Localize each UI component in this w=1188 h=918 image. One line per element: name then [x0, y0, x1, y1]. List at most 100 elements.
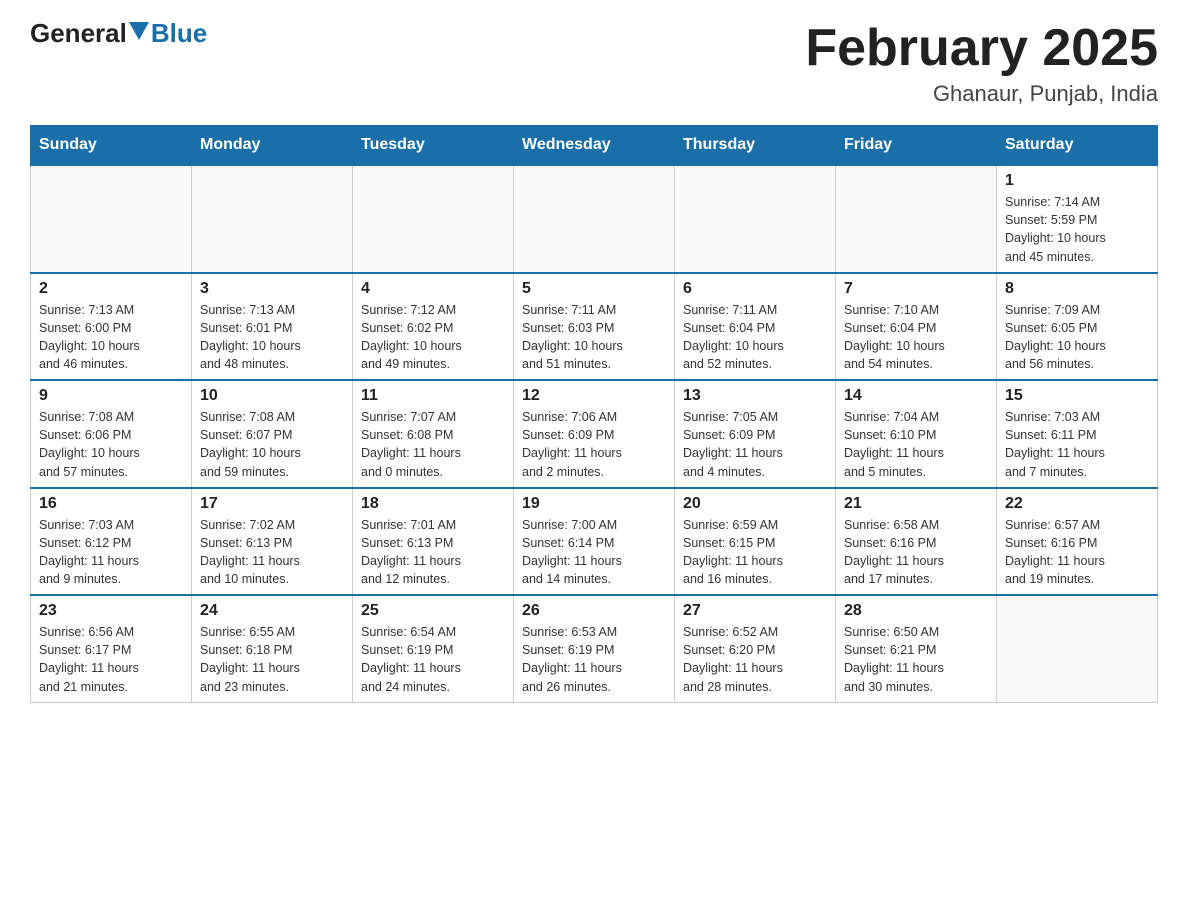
calendar-cell	[31, 165, 192, 273]
logo-blue-text: Blue	[151, 20, 207, 46]
day-number: 14	[844, 387, 988, 405]
day-number: 22	[1005, 495, 1149, 513]
day-info: Sunrise: 7:08 AM Sunset: 6:07 PM Dayligh…	[200, 408, 344, 481]
calendar-cell: 1Sunrise: 7:14 AM Sunset: 5:59 PM Daylig…	[997, 165, 1158, 273]
calendar-cell: 13 Sunrise: 7:05 AM Sunset: 6:09 PM Dayli…	[675, 380, 836, 488]
logo: General Blue	[30, 20, 207, 46]
day-number: 20	[683, 495, 827, 513]
day-info: Sunrise: 7:02 AM Sunset: 6:13 PM Dayligh…	[200, 516, 344, 589]
calendar-cell: 19 Sunrise: 7:00 AM Sunset: 6:14 PM Dayli…	[514, 488, 675, 596]
calendar-week-row: 16 Sunrise: 7:03 AM Sunset: 6:12 PM Dayli…	[31, 488, 1158, 596]
calendar-cell	[997, 595, 1158, 702]
day-info: Sunrise: 7:12 AM Sunset: 6:02 PM Dayligh…	[361, 301, 505, 374]
col-header-sunday: Sunday	[31, 126, 192, 166]
calendar-cell: 6 Sunrise: 7:11 AM Sunset: 6:04 PM Daylig…	[675, 273, 836, 381]
day-info: Sunrise: 7:01 AM Sunset: 6:13 PM Dayligh…	[361, 516, 505, 589]
calendar-cell	[836, 165, 997, 273]
calendar-cell	[353, 165, 514, 273]
day-info: Sunrise: 6:58 AM Sunset: 6:16 PM Dayligh…	[844, 516, 988, 589]
day-number: 28	[844, 602, 988, 620]
calendar-cell: 25 Sunrise: 6:54 AM Sunset: 6:19 PM Dayli…	[353, 595, 514, 702]
calendar-cell: 9 Sunrise: 7:08 AM Sunset: 6:06 PM Daylig…	[31, 380, 192, 488]
day-info: Sunrise: 7:09 AM Sunset: 6:05 PM Dayligh…	[1005, 301, 1149, 374]
calendar-cell: 11 Sunrise: 7:07 AM Sunset: 6:08 PM Dayli…	[353, 380, 514, 488]
day-info: Sunrise: 7:06 AM Sunset: 6:09 PM Dayligh…	[522, 408, 666, 481]
day-number: 9	[39, 387, 183, 405]
day-number: 18	[361, 495, 505, 513]
day-number: 19	[522, 495, 666, 513]
day-number: 26	[522, 602, 666, 620]
day-number: 4	[361, 280, 505, 298]
day-number: 12	[522, 387, 666, 405]
calendar-cell	[514, 165, 675, 273]
day-number: 6	[683, 280, 827, 298]
calendar-week-row: 2Sunrise: 7:13 AM Sunset: 6:00 PM Daylig…	[31, 273, 1158, 381]
day-info: Sunrise: 7:13 AM Sunset: 6:01 PM Dayligh…	[200, 301, 344, 374]
day-info: Sunrise: 7:05 AM Sunset: 6:09 PM Dayligh…	[683, 408, 827, 481]
day-info: Sunrise: 6:50 AM Sunset: 6:21 PM Dayligh…	[844, 623, 988, 696]
calendar-cell: 3Sunrise: 7:13 AM Sunset: 6:01 PM Daylig…	[192, 273, 353, 381]
col-header-tuesday: Tuesday	[353, 126, 514, 166]
calendar-cell: 23Sunrise: 6:56 AM Sunset: 6:17 PM Dayli…	[31, 595, 192, 702]
calendar-cell: 18 Sunrise: 7:01 AM Sunset: 6:13 PM Dayli…	[353, 488, 514, 596]
col-header-friday: Friday	[836, 126, 997, 166]
calendar-cell: 28 Sunrise: 6:50 AM Sunset: 6:21 PM Dayli…	[836, 595, 997, 702]
day-number: 8	[1005, 280, 1149, 298]
calendar-cell: 10Sunrise: 7:08 AM Sunset: 6:07 PM Dayli…	[192, 380, 353, 488]
day-number: 15	[1005, 387, 1149, 405]
col-header-thursday: Thursday	[675, 126, 836, 166]
calendar-cell: 14 Sunrise: 7:04 AM Sunset: 6:10 PM Dayli…	[836, 380, 997, 488]
day-info: Sunrise: 7:11 AM Sunset: 6:03 PM Dayligh…	[522, 301, 666, 374]
day-number: 25	[361, 602, 505, 620]
calendar-cell: 12 Sunrise: 7:06 AM Sunset: 6:09 PM Dayli…	[514, 380, 675, 488]
calendar-week-row: 23Sunrise: 6:56 AM Sunset: 6:17 PM Dayli…	[31, 595, 1158, 702]
day-info: Sunrise: 6:57 AM Sunset: 6:16 PM Dayligh…	[1005, 516, 1149, 589]
calendar-cell: 4 Sunrise: 7:12 AM Sunset: 6:02 PM Daylig…	[353, 273, 514, 381]
col-header-saturday: Saturday	[997, 126, 1158, 166]
calendar-cell	[192, 165, 353, 273]
logo-general-text: General	[30, 20, 127, 46]
calendar-cell: 8 Sunrise: 7:09 AM Sunset: 6:05 PM Daylig…	[997, 273, 1158, 381]
title-area: February 2025 Ghanaur, Punjab, India	[805, 20, 1158, 107]
day-info: Sunrise: 7:03 AM Sunset: 6:12 PM Dayligh…	[39, 516, 183, 589]
calendar-header-row: SundayMondayTuesdayWednesdayThursdayFrid…	[31, 126, 1158, 166]
day-info: Sunrise: 7:07 AM Sunset: 6:08 PM Dayligh…	[361, 408, 505, 481]
calendar-cell: 27Sunrise: 6:52 AM Sunset: 6:20 PM Dayli…	[675, 595, 836, 702]
logo-arrow-icon	[129, 22, 149, 40]
day-number: 11	[361, 387, 505, 405]
day-number: 1	[1005, 172, 1149, 190]
calendar-cell: 5 Sunrise: 7:11 AM Sunset: 6:03 PM Daylig…	[514, 273, 675, 381]
header: General Blue February 2025 Ghanaur, Punj…	[30, 20, 1158, 107]
calendar-cell: 20Sunrise: 6:59 AM Sunset: 6:15 PM Dayli…	[675, 488, 836, 596]
logo-area: General Blue	[30, 20, 207, 46]
calendar-cell: 16 Sunrise: 7:03 AM Sunset: 6:12 PM Dayli…	[31, 488, 192, 596]
calendar-cell: 21Sunrise: 6:58 AM Sunset: 6:16 PM Dayli…	[836, 488, 997, 596]
day-info: Sunrise: 7:11 AM Sunset: 6:04 PM Dayligh…	[683, 301, 827, 374]
calendar-week-row: 1Sunrise: 7:14 AM Sunset: 5:59 PM Daylig…	[31, 165, 1158, 273]
day-number: 24	[200, 602, 344, 620]
calendar-cell: 7Sunrise: 7:10 AM Sunset: 6:04 PM Daylig…	[836, 273, 997, 381]
day-number: 16	[39, 495, 183, 513]
month-title: February 2025	[805, 20, 1158, 77]
calendar-cell: 26 Sunrise: 6:53 AM Sunset: 6:19 PM Dayli…	[514, 595, 675, 702]
col-header-wednesday: Wednesday	[514, 126, 675, 166]
day-info: Sunrise: 7:04 AM Sunset: 6:10 PM Dayligh…	[844, 408, 988, 481]
day-number: 5	[522, 280, 666, 298]
calendar-cell: 17 Sunrise: 7:02 AM Sunset: 6:13 PM Dayli…	[192, 488, 353, 596]
day-info: Sunrise: 7:00 AM Sunset: 6:14 PM Dayligh…	[522, 516, 666, 589]
day-info: Sunrise: 7:03 AM Sunset: 6:11 PM Dayligh…	[1005, 408, 1149, 481]
calendar-week-row: 9 Sunrise: 7:08 AM Sunset: 6:06 PM Daylig…	[31, 380, 1158, 488]
calendar-cell: 15 Sunrise: 7:03 AM Sunset: 6:11 PM Dayli…	[997, 380, 1158, 488]
day-info: Sunrise: 6:52 AM Sunset: 6:20 PM Dayligh…	[683, 623, 827, 696]
day-info: Sunrise: 6:53 AM Sunset: 6:19 PM Dayligh…	[522, 623, 666, 696]
calendar-cell: 22 Sunrise: 6:57 AM Sunset: 6:16 PM Dayli…	[997, 488, 1158, 596]
calendar-cell: 24Sunrise: 6:55 AM Sunset: 6:18 PM Dayli…	[192, 595, 353, 702]
day-info: Sunrise: 6:54 AM Sunset: 6:19 PM Dayligh…	[361, 623, 505, 696]
day-info: Sunrise: 7:10 AM Sunset: 6:04 PM Dayligh…	[844, 301, 988, 374]
calendar-table: SundayMondayTuesdayWednesdayThursdayFrid…	[30, 125, 1158, 703]
day-info: Sunrise: 7:08 AM Sunset: 6:06 PM Dayligh…	[39, 408, 183, 481]
calendar-cell	[675, 165, 836, 273]
day-number: 17	[200, 495, 344, 513]
day-number: 13	[683, 387, 827, 405]
day-number: 23	[39, 602, 183, 620]
